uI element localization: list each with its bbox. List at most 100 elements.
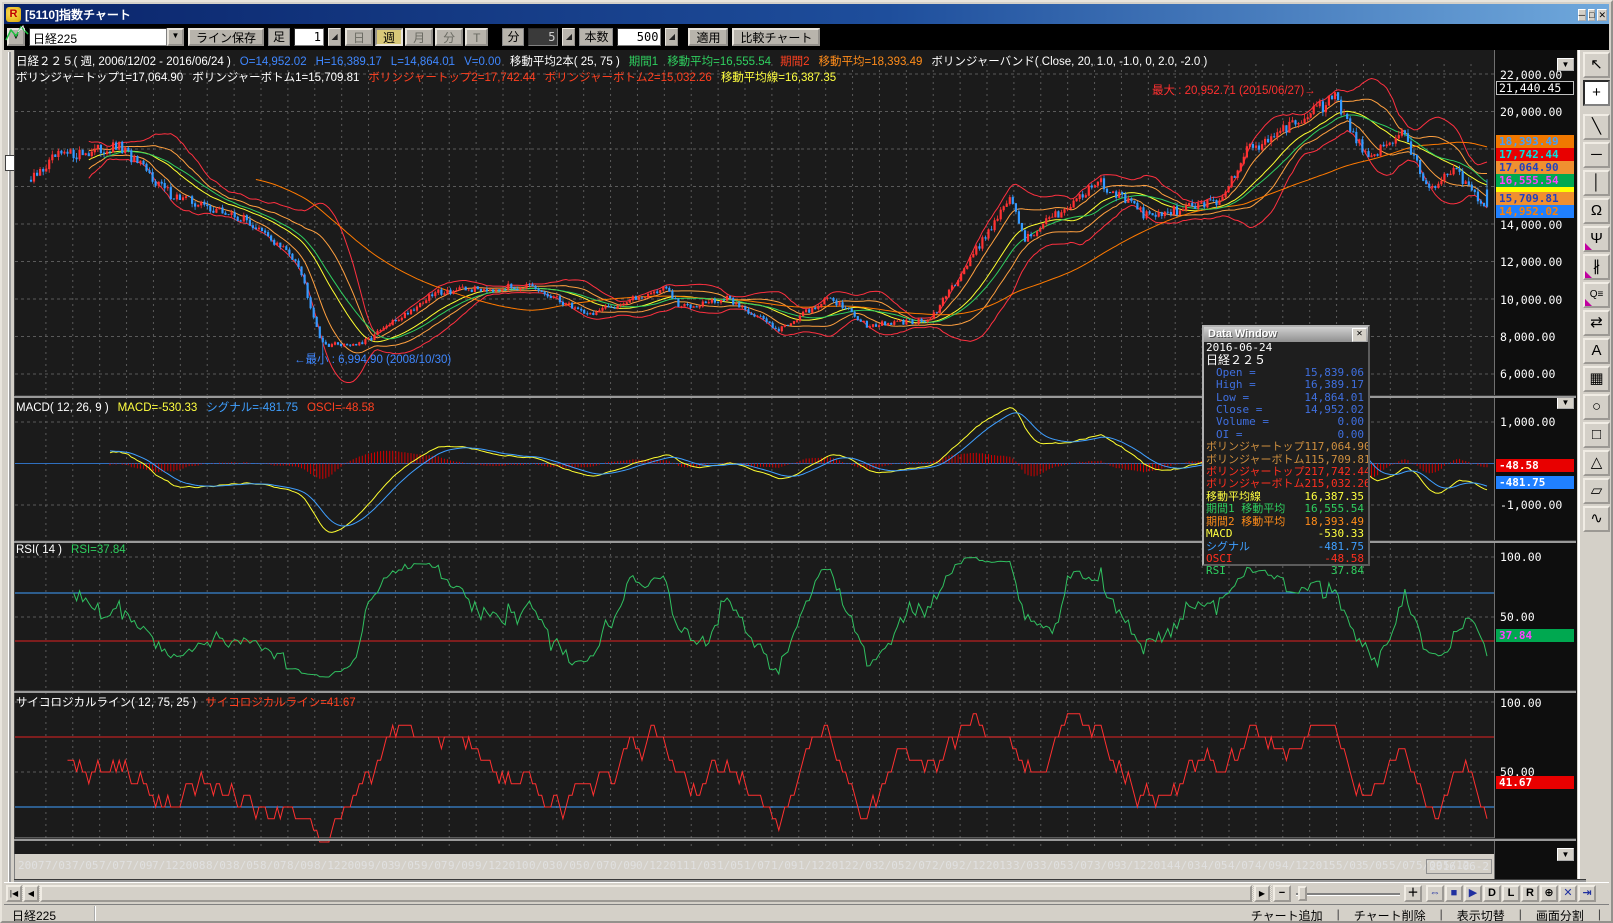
zoom-button[interactable]: ⊕ bbox=[1540, 885, 1558, 902]
time-tick-label: 9/03 bbox=[368, 859, 395, 872]
pan-mode-button[interactable]: ⇔ bbox=[1426, 885, 1444, 902]
data-window[interactable]: Data Window ✕ 2016-06-24 日経２２５ Open =15,… bbox=[1202, 325, 1370, 566]
gann-line-tool[interactable]: ∦ bbox=[1583, 254, 1610, 280]
bar-interval-spinner[interactable]: ◢ bbox=[328, 28, 341, 46]
status-menu: チャート追加|チャート削除|表示切替|画面分割| bbox=[1237, 906, 1601, 923]
maximize-button[interactable]: □ bbox=[1588, 9, 1595, 21]
apply-button[interactable]: 適用 bbox=[688, 28, 728, 46]
zoom-out-button[interactable]: − bbox=[1273, 885, 1291, 902]
period-button-月[interactable]: 月 bbox=[405, 28, 433, 46]
data-window-row: Open =15,839.06 bbox=[1204, 367, 1368, 379]
eraser-tool[interactable]: ▱ bbox=[1583, 478, 1610, 504]
horizontal-scrollbar-row: |◀ ◀ ▶ − ＋ ⇔■▶DLR⊕✕⇥ bbox=[4, 882, 1609, 905]
status-menu-item[interactable]: 表示切替 bbox=[1443, 906, 1519, 923]
symbol-combobox[interactable]: 日経225 ▼ bbox=[29, 28, 184, 46]
horizontal-line-tool[interactable]: ─ bbox=[1583, 142, 1610, 168]
quote-info-tool[interactable]: Q≡ bbox=[1583, 282, 1610, 308]
dw-row-value: 14,952.02 bbox=[1304, 404, 1368, 416]
dw-row-value: 18,393.49 bbox=[1304, 516, 1368, 528]
axis-value-box: 16,555.54 bbox=[1496, 174, 1574, 187]
latest-bar-button[interactable]: ⇥ bbox=[1578, 885, 1596, 902]
triangle-tool[interactable]: △ bbox=[1583, 450, 1610, 476]
alert-bell-tool[interactable]: Ω bbox=[1583, 198, 1610, 224]
axis-label: 1,000.00 bbox=[1500, 415, 1555, 429]
grid-tool[interactable]: ▦ bbox=[1583, 366, 1610, 392]
axis-label: 100.00 bbox=[1500, 550, 1542, 564]
period-button-分[interactable]: 分 bbox=[435, 28, 463, 46]
minute-input[interactable] bbox=[528, 28, 558, 46]
data-window-row: High =16,389.17 bbox=[1204, 379, 1368, 391]
scroll-left-button[interactable]: ◀ bbox=[23, 885, 39, 902]
pane-divider[interactable] bbox=[14, 690, 1576, 693]
text-tool[interactable]: A bbox=[1583, 338, 1610, 364]
status-menu-item[interactable]: チャート削除 bbox=[1340, 906, 1440, 923]
pane-divider[interactable] bbox=[14, 838, 1576, 841]
zoom-in-button[interactable]: ＋ bbox=[1404, 885, 1422, 902]
symbol-combobox-value[interactable]: 日経225 bbox=[29, 28, 167, 46]
pointer-tool[interactable]: ↖ bbox=[1583, 52, 1610, 78]
compare-chart-button[interactable]: 比較チャート bbox=[732, 28, 820, 46]
time-tick-label: 2/09 bbox=[932, 859, 959, 872]
r-button[interactable]: R bbox=[1521, 885, 1539, 902]
pane-collapse-button[interactable]: ▼ bbox=[1557, 848, 1574, 861]
trendline-tool[interactable]: ╲ bbox=[1583, 114, 1610, 140]
dw-row-label: MACD bbox=[1206, 528, 1233, 540]
alert-bell-tool-icon: Ω bbox=[1591, 202, 1602, 219]
play-button[interactable]: ▶ bbox=[1464, 885, 1482, 902]
time-tick-label: 7/07 bbox=[99, 859, 126, 872]
minute-label: 分 bbox=[502, 28, 524, 46]
vertical-line-tool[interactable]: │ bbox=[1583, 170, 1610, 196]
axis-label: 100.00 bbox=[1500, 696, 1542, 710]
save-lines-button[interactable]: ライン保存 bbox=[188, 28, 264, 46]
wave-tool[interactable]: ∿ bbox=[1583, 506, 1610, 532]
close-chart-button[interactable]: ✕ bbox=[1559, 885, 1577, 902]
axis-value-box: 17,742.44 bbox=[1496, 148, 1574, 161]
axis-framed-label: 21,440.45 bbox=[1496, 81, 1574, 95]
cycle-lines-tool[interactable]: ⇄ bbox=[1583, 310, 1610, 336]
symbol-combobox-arrow-icon[interactable]: ▼ bbox=[167, 28, 184, 46]
time-tick-label: 9/09 bbox=[448, 859, 475, 872]
dw-row-label: シグナル bbox=[1206, 541, 1250, 553]
zoom-slider[interactable] bbox=[1296, 893, 1400, 896]
crosshair-tool[interactable]: + bbox=[1583, 80, 1610, 106]
time-tick-label: 4/03 bbox=[1174, 859, 1201, 872]
header-segment: ボリンジャーバンド( Close, 20, 1.0, -1.0, 0, 2.0,… bbox=[931, 56, 1207, 68]
bar-count-spinner[interactable]: ◢ bbox=[665, 28, 678, 46]
period-button-T[interactable]: T bbox=[465, 28, 488, 46]
dw-row-label: ボリンジャートップ1 bbox=[1206, 441, 1311, 453]
d-button[interactable]: D bbox=[1483, 885, 1501, 902]
header-segment: L=14,864.01 bbox=[391, 56, 455, 68]
scroll-to-start-button[interactable]: |◀ bbox=[6, 885, 22, 902]
stop-button[interactable]: ■ bbox=[1445, 885, 1463, 902]
max-annotation: 最大 : 20,952.71 (2015/06/27)→ bbox=[1152, 82, 1316, 98]
status-menu-item[interactable]: チャート追加 bbox=[1237, 906, 1337, 923]
minute-spinner[interactable]: ◢ bbox=[562, 28, 575, 46]
dw-row-label: Open = bbox=[1216, 367, 1256, 379]
minimize-button[interactable]: ─ bbox=[1578, 9, 1586, 21]
pitchfork-tool[interactable]: Ψ bbox=[1583, 226, 1610, 252]
data-window-titlebar[interactable]: Data Window ✕ bbox=[1204, 327, 1368, 342]
data-window-row: ボリンジャートップ217,742.44 bbox=[1204, 466, 1368, 478]
ellipse-tool[interactable]: ○ bbox=[1583, 394, 1610, 420]
title-bar[interactable]: R [5110]指数チャート ─□✕ bbox=[4, 4, 1609, 24]
period-button-週[interactable]: 週 bbox=[375, 28, 403, 46]
status-menu-item[interactable]: 画面分割 bbox=[1522, 906, 1598, 923]
close-button[interactable]: ✕ bbox=[1597, 9, 1607, 21]
axis-value-box: 18,393.49 bbox=[1496, 135, 1574, 148]
period-button-日[interactable]: 日 bbox=[345, 28, 373, 46]
bar-count-input[interactable] bbox=[617, 28, 661, 46]
zoom-slider-thumb[interactable] bbox=[1298, 886, 1307, 901]
l-button[interactable]: L bbox=[1502, 885, 1520, 902]
scroll-right-button[interactable]: ▶ bbox=[1254, 885, 1270, 902]
rectangle-tool[interactable]: □ bbox=[1583, 422, 1610, 448]
data-window-row: Volume =0.00 bbox=[1204, 416, 1368, 428]
pane-collapse-button[interactable]: ▼ bbox=[1557, 58, 1574, 71]
data-window-close-icon[interactable]: ✕ bbox=[1352, 328, 1367, 342]
data-window-row: 期間2 移動平均18,393.49 bbox=[1204, 516, 1368, 528]
time-tick-label: 4/07 bbox=[1228, 859, 1255, 872]
header-segment: 移動平均2本( 25, 75 ) bbox=[510, 56, 620, 68]
bar-interval-input[interactable] bbox=[294, 28, 324, 46]
scrollbar-thumb[interactable] bbox=[40, 885, 1252, 902]
time-tick-label: 2011 bbox=[663, 859, 690, 872]
ellipse-tool-icon: ○ bbox=[1592, 398, 1601, 415]
